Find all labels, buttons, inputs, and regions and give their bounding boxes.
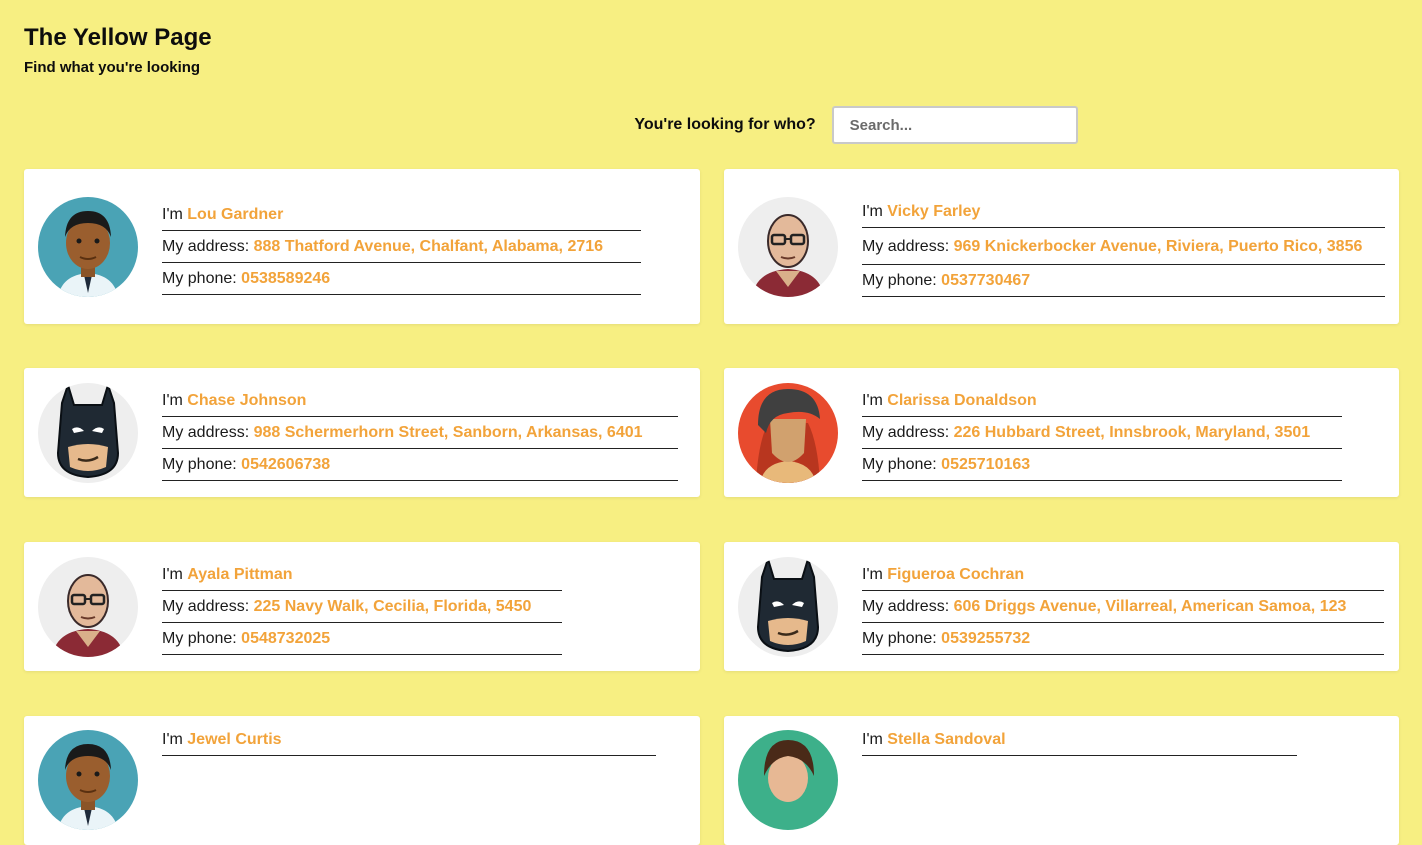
contact-name-line: I'm Chase Johnson (162, 385, 678, 417)
contact-name-line: I'm Figueroa Cochran (862, 559, 1384, 591)
contact-info: I'm Vicky Farley My address: 969 Knicker… (862, 196, 1385, 297)
contact-phone: 0539255732 (941, 629, 1031, 647)
search-bar: You're looking for who? (0, 105, 1422, 145)
contact-name: Clarissa Donaldson (887, 391, 1037, 409)
contact-address: 225 Navy Walk, Cecilia, Florida, 5450 (253, 597, 532, 615)
contact-phone-line: My phone: 0537730467 (862, 265, 1385, 297)
contact-name-line: I'm Vicky Farley (862, 196, 1385, 228)
woman-red-icon (738, 383, 838, 483)
man-dark-skin-icon (38, 730, 138, 830)
contact-info: I'm Jewel Curtis (162, 730, 656, 756)
contact-name: Chase Johnson (187, 391, 307, 409)
contact-address-line: My address: 225 Navy Walk, Cecilia, Flor… (162, 591, 562, 623)
contact-phone-line: My phone: 0539255732 (862, 623, 1384, 655)
contact-address: 606 Driggs Avenue, Villarreal, American … (953, 597, 1347, 615)
contact-name: Lou Gardner (187, 205, 284, 223)
contact-phone: 0537730467 (941, 272, 1031, 289)
contact-address-line: My address: 606 Driggs Avenue, Villarrea… (862, 591, 1384, 623)
contact-info: I'm Figueroa Cochran My address: 606 Dri… (862, 559, 1384, 655)
contact-phone: 0538589246 (241, 269, 331, 287)
contact-card: I'm Clarissa Donaldson My address: 226 H… (724, 368, 1399, 497)
contact-address-line: My address: 988 Schermerhorn Street, San… (162, 417, 678, 449)
contact-card: I'm Chase Johnson My address: 988 Scherm… (24, 368, 700, 497)
contact-card: I'm Ayala Pittman My address: 225 Navy W… (24, 542, 700, 671)
contact-phone: 0548732025 (241, 629, 331, 647)
contact-phone: 0542606738 (241, 455, 331, 473)
batman-icon (738, 557, 838, 657)
contact-phone-line: My phone: 0548732025 (162, 623, 562, 655)
contact-card: I'm Lou Gardner My address: 888 Thatford… (24, 169, 700, 324)
contact-name: Vicky Farley (887, 203, 981, 220)
batman-icon (38, 383, 138, 483)
contact-address-line: My address: 969 Knickerbocker Avenue, Ri… (862, 228, 1385, 265)
contact-address: 969 Knickerbocker Avenue, Riviera, Puert… (953, 238, 1363, 255)
contact-address: 888 Thatford Avenue, Chalfant, Alabama, … (253, 237, 604, 255)
search-label: You're looking for who? (634, 116, 816, 133)
contact-card: I'm Vicky Farley My address: 969 Knicker… (724, 169, 1399, 324)
contact-name-line: I'm Lou Gardner (162, 199, 641, 231)
woman-teal-icon (738, 730, 838, 830)
contact-phone-line: My phone: 0525710163 (862, 449, 1342, 481)
page-title: The Yellow Page (24, 24, 212, 51)
bald-man-glasses-icon (738, 197, 838, 297)
contact-info: I'm Stella Sandoval (862, 730, 1297, 756)
contact-phone-line: My phone: 0542606738 (162, 449, 678, 481)
contact-name-line: I'm Stella Sandoval (862, 730, 1297, 756)
contact-address-line: My address: 888 Thatford Avenue, Chalfan… (162, 231, 641, 263)
contact-name-line: I'm Jewel Curtis (162, 730, 656, 756)
contact-name: Ayala Pittman (187, 565, 293, 583)
page-subtitle: Find what you're looking (24, 59, 201, 76)
contact-name: Stella Sandoval (887, 731, 1006, 748)
contact-info: I'm Lou Gardner My address: 888 Thatford… (162, 199, 641, 295)
search-input[interactable] (831, 106, 1078, 144)
contact-info: I'm Clarissa Donaldson My address: 226 H… (862, 385, 1342, 481)
contact-name: Jewel Curtis (187, 731, 282, 748)
contact-phone-line: My phone: 0538589246 (162, 263, 641, 295)
bald-man-glasses-icon (38, 557, 138, 657)
contact-card: I'm Figueroa Cochran My address: 606 Dri… (724, 542, 1399, 671)
contact-card: I'm Jewel Curtis (24, 716, 700, 845)
contact-name-line: I'm Ayala Pittman (162, 559, 562, 591)
contact-info: I'm Chase Johnson My address: 988 Scherm… (162, 385, 678, 481)
contact-phone: 0525710163 (941, 455, 1031, 473)
contact-address-line: My address: 226 Hubbard Street, Innsbroo… (862, 417, 1342, 449)
contact-name: Figueroa Cochran (887, 565, 1025, 583)
contact-info: I'm Ayala Pittman My address: 225 Navy W… (162, 559, 562, 655)
contact-address: 988 Schermerhorn Street, Sanborn, Arkans… (253, 423, 643, 441)
contact-card: I'm Stella Sandoval (724, 716, 1399, 845)
man-dark-skin-icon (38, 197, 138, 297)
contact-name-line: I'm Clarissa Donaldson (862, 385, 1342, 417)
contact-address: 226 Hubbard Street, Innsbrook, Maryland,… (953, 423, 1311, 441)
